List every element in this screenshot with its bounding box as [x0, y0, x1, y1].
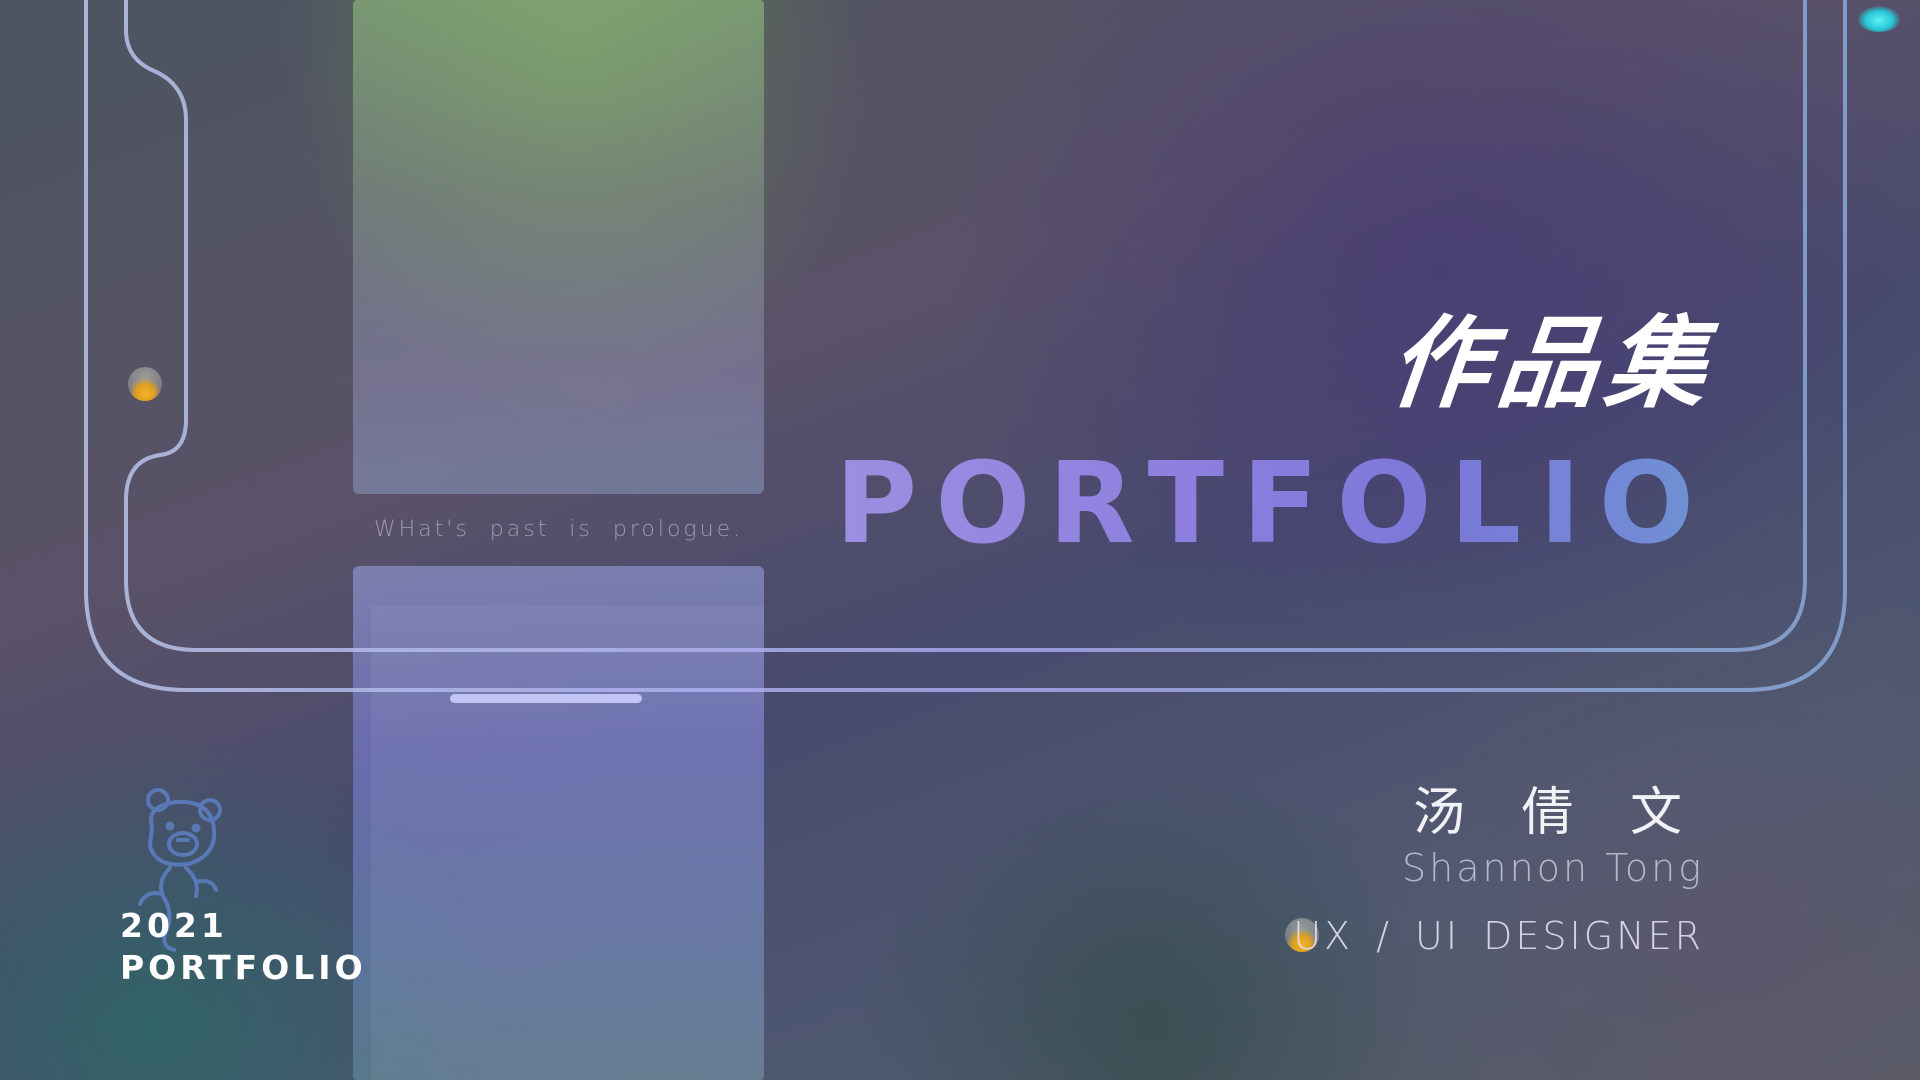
title-english: PORTFOLIO — [835, 439, 1712, 569]
cyan-dot — [1858, 6, 1900, 32]
amber-dot-left — [128, 367, 162, 401]
badge-portfolio-label: PORTFOLIO — [120, 948, 367, 987]
tagline: WHat's past is prologue. — [373, 517, 744, 542]
title-chinese: 作品集 — [1383, 305, 1721, 422]
designer-name-chinese: 汤 倩 文 — [1412, 783, 1702, 843]
badge-year: 2021 — [120, 906, 228, 945]
designer-role: UX / UI DESIGNER — [1293, 914, 1704, 958]
home-indicator — [450, 694, 642, 703]
designer-name-english: Shannon Tong — [1402, 846, 1704, 890]
